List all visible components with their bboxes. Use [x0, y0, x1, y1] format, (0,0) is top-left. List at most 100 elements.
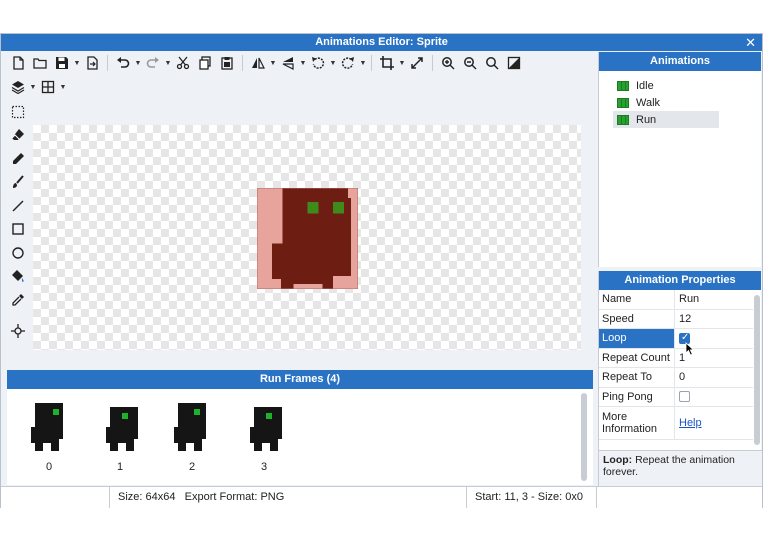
- flip-vertical-dropdown-icon[interactable]: ▼: [299, 60, 307, 67]
- redo-dropdown-icon[interactable]: ▼: [164, 60, 172, 67]
- animation-item-idle[interactable]: Idle: [613, 77, 719, 94]
- properties-scrollbar[interactable]: [754, 295, 760, 445]
- animation-properties-panel: Animation Properties Name Run Speed 12 L…: [598, 271, 762, 486]
- undo-icon[interactable]: [112, 53, 134, 73]
- frame-thumbnail[interactable]: 3: [242, 403, 286, 473]
- speed-field[interactable]: 12: [675, 310, 753, 329]
- save-icon[interactable]: [51, 53, 73, 73]
- layers-icon[interactable]: [7, 77, 29, 97]
- grid-icon[interactable]: [37, 77, 59, 97]
- name-field[interactable]: Run: [675, 290, 753, 309]
- pencil-icon[interactable]: [7, 147, 29, 171]
- frame-number: 3: [260, 461, 268, 473]
- frame-number: 0: [45, 461, 53, 473]
- frame-thumbnail[interactable]: 2: [170, 403, 214, 473]
- rotate-left-icon[interactable]: [307, 53, 329, 73]
- property-row-loop: Loop: [599, 329, 753, 349]
- eyedropper-icon[interactable]: [7, 288, 29, 312]
- ping-pong-value: [675, 388, 753, 407]
- grid-dropdown-icon[interactable]: ▼: [59, 84, 67, 91]
- property-label: Loop: [599, 329, 675, 348]
- save-dropdown-icon[interactable]: ▼: [73, 60, 81, 67]
- properties-grid: Name Run Speed 12 Loop Repeat Count 1 Re…: [599, 290, 753, 440]
- frame-image: [106, 407, 138, 451]
- copy-icon[interactable]: [194, 53, 216, 73]
- brush-icon[interactable]: [7, 171, 29, 195]
- mouse-cursor-icon: [685, 342, 695, 356]
- status-format: Export Format: PNG: [184, 491, 285, 503]
- flip-dropdown-icon[interactable]: ▼: [269, 60, 277, 67]
- zoom-out-icon[interactable]: [459, 53, 481, 73]
- frames-scrollbar[interactable]: [581, 393, 587, 481]
- status-divider: [596, 487, 597, 508]
- status-selection: Start: 11, 3 - Size: 0x0: [466, 487, 583, 508]
- cut-icon[interactable]: [172, 53, 194, 73]
- rotate-left-dropdown-icon[interactable]: ▼: [329, 60, 337, 67]
- animation-label: Idle: [636, 79, 654, 92]
- animation-item-walk[interactable]: Walk: [613, 94, 719, 111]
- ellipse-icon[interactable]: [7, 241, 29, 265]
- crop-dropdown-icon[interactable]: ▼: [398, 60, 406, 67]
- eraser-icon[interactable]: [7, 124, 29, 148]
- toolbar-divider: [432, 55, 433, 71]
- film-strip-icon: [617, 80, 629, 91]
- toolbar-divider: [107, 55, 108, 71]
- line-icon[interactable]: [7, 194, 29, 218]
- layers-dropdown-icon[interactable]: ▼: [29, 84, 37, 91]
- flip-horizontal-icon[interactable]: [247, 53, 269, 73]
- animations-editor-window: Animations Editor: Sprite ✕ ▼ ▼ ▼ ▼ ▼ ▼ …: [0, 33, 763, 508]
- title-bar: Animations Editor: Sprite ✕: [1, 34, 762, 51]
- rotate-right-dropdown-icon[interactable]: ▼: [359, 60, 367, 67]
- animation-item-run[interactable]: Run: [613, 111, 719, 128]
- sprite-canvas[interactable]: [33, 125, 581, 350]
- properties-header: Animation Properties: [599, 271, 761, 290]
- property-label: Ping Pong: [599, 387, 675, 406]
- rotate-right-icon[interactable]: [337, 53, 359, 73]
- fill-bucket-icon[interactable]: [7, 265, 29, 289]
- animation-label: Walk: [636, 96, 661, 109]
- open-folder-icon[interactable]: [29, 53, 51, 73]
- toolbar-divider: [371, 55, 372, 71]
- ping-pong-checkbox[interactable]: [679, 391, 690, 403]
- toolbar-divider: [242, 55, 243, 71]
- zoom-fit-icon[interactable]: [481, 53, 503, 73]
- frames-header: Run Frames (4): [7, 370, 593, 389]
- film-strip-icon: [617, 97, 629, 108]
- window-title: Animations Editor: Sprite: [315, 36, 448, 48]
- frame-image: [31, 403, 63, 451]
- help-link[interactable]: Help: [679, 417, 702, 429]
- property-label: Speed: [599, 309, 675, 328]
- status-size: Size: 64x64: [118, 491, 176, 503]
- undo-dropdown-icon[interactable]: ▼: [134, 60, 142, 67]
- frame-thumbnail[interactable]: 0: [27, 403, 71, 473]
- property-row-name: Name Run: [599, 290, 753, 310]
- close-icon[interactable]: ✕: [745, 34, 756, 51]
- tool-palette: [7, 100, 29, 370]
- zoom-in-icon[interactable]: [437, 53, 459, 73]
- frame-number: 1: [116, 461, 124, 473]
- rectangle-icon[interactable]: [7, 218, 29, 242]
- frame-image: [174, 403, 206, 451]
- film-strip-icon: [617, 114, 629, 125]
- animations-panel: Animations Idle Walk Run: [598, 52, 761, 267]
- property-label: More Information: [599, 407, 675, 439]
- new-file-icon[interactable]: [7, 53, 29, 73]
- property-label: Repeat To: [599, 368, 675, 387]
- repeat-to-field[interactable]: 0: [675, 368, 753, 387]
- animation-label: Run: [636, 113, 657, 126]
- property-description: Loop: Repeat the animation forever.: [599, 450, 762, 486]
- flip-vertical-icon[interactable]: [277, 53, 299, 73]
- description-title: Loop:: [603, 454, 633, 466]
- canvas-scrollbar[interactable]: [581, 125, 593, 350]
- frame-thumbnail[interactable]: 1: [98, 403, 142, 473]
- property-row-ping-pong: Ping Pong: [599, 387, 753, 407]
- paste-icon[interactable]: [216, 53, 238, 73]
- export-icon[interactable]: [81, 53, 103, 73]
- contrast-icon[interactable]: [503, 53, 525, 73]
- select-tool-icon[interactable]: [7, 100, 29, 124]
- property-label: Name: [599, 290, 675, 309]
- crop-icon[interactable]: [376, 53, 398, 73]
- redo-icon[interactable]: [142, 53, 164, 73]
- resize-icon[interactable]: [406, 53, 428, 73]
- pivot-icon[interactable]: [7, 320, 29, 344]
